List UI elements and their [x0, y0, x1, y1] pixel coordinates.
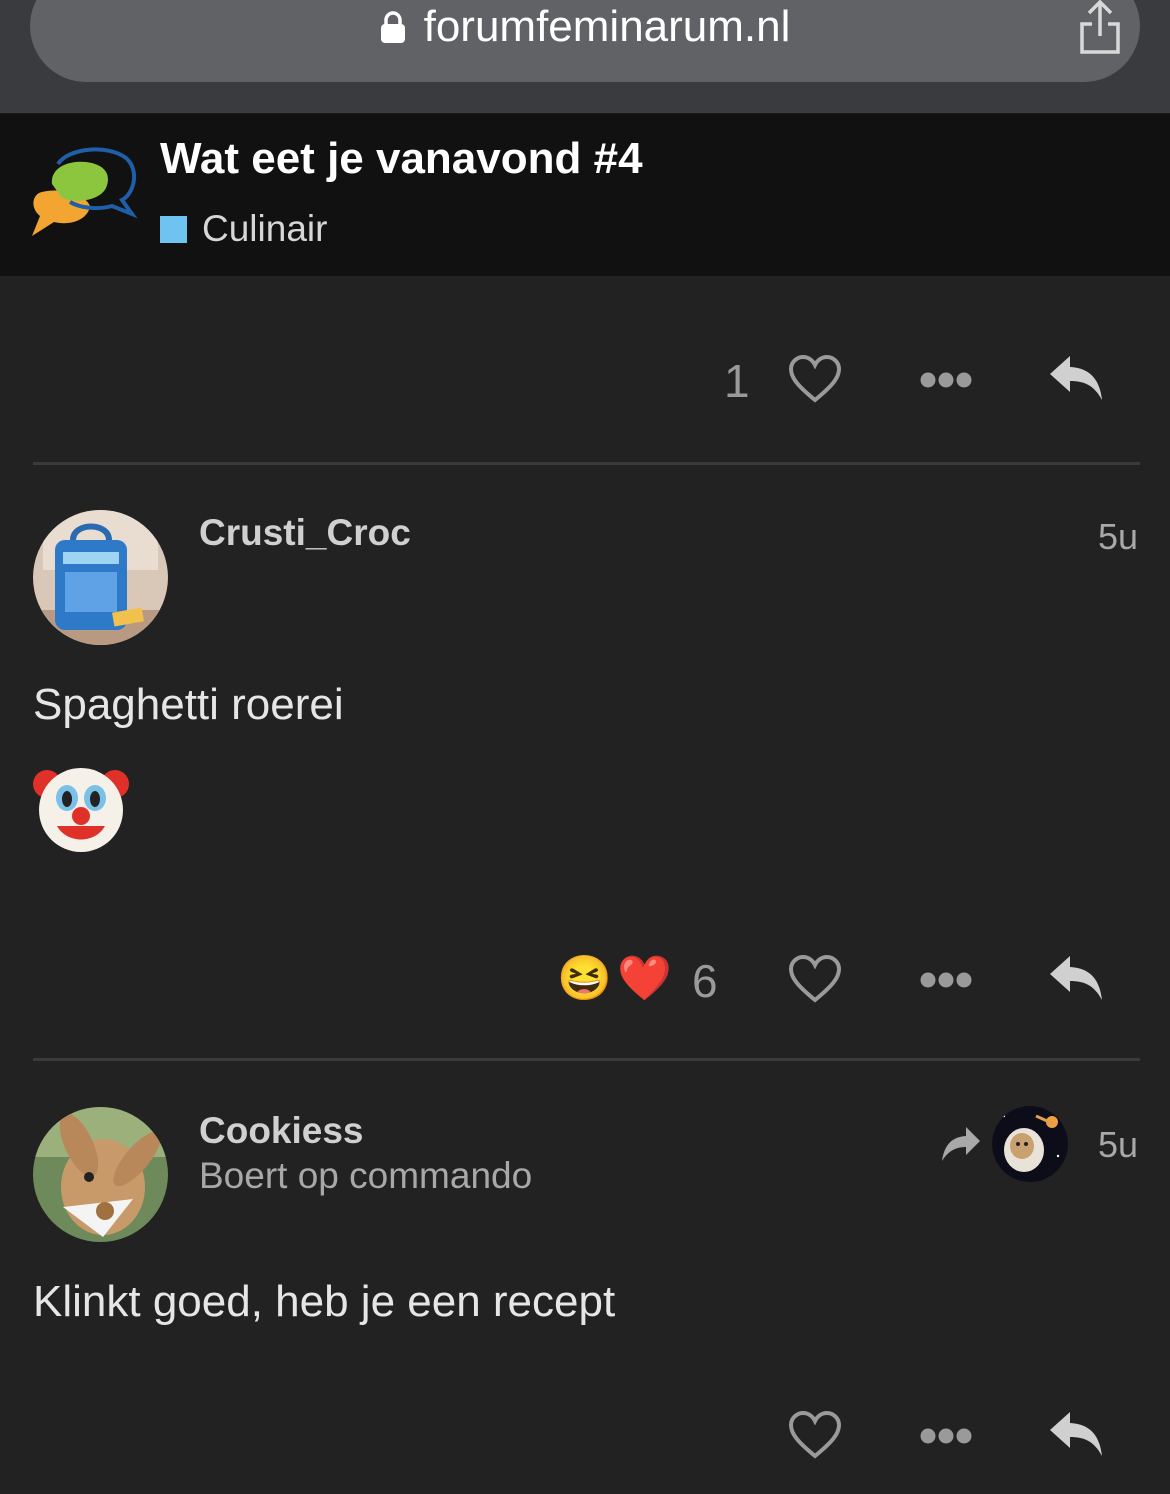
topic-title[interactable]: Wat eet je vanavond #4 [160, 134, 643, 184]
post-text: Klinkt goed, heb je een recept [33, 1277, 616, 1326]
post-divider [33, 462, 1140, 465]
url-bar[interactable]: forumfeminarum.nl [30, 0, 1140, 82]
like-count[interactable]: 1 [724, 354, 750, 408]
heart-icon[interactable] [788, 1410, 842, 1460]
post-time[interactable]: 5u [1098, 1124, 1138, 1166]
reply-arrow-icon [942, 1127, 980, 1161]
url-text: forumfeminarum.nl [423, 2, 791, 51]
reaction-emoji[interactable]: ❤️ [617, 952, 672, 1004]
user-title: Boert op commando [199, 1155, 533, 1196]
post-actions: 1 [0, 352, 1170, 412]
heart-icon[interactable] [788, 954, 842, 1004]
forum-logo[interactable] [28, 144, 140, 239]
reply-to-indicator[interactable] [940, 1106, 1068, 1182]
more-options-icon[interactable] [920, 1426, 972, 1446]
reply-icon[interactable] [1048, 952, 1104, 1002]
reply-to-avatar[interactable] [992, 1106, 1068, 1182]
reaction-emoji[interactable]: 😆 [557, 952, 612, 1004]
post-text: Spaghetti roerei [33, 680, 344, 729]
reply-icon[interactable] [1048, 1408, 1104, 1458]
post-actions [0, 1408, 1170, 1468]
username[interactable]: Crusti_Croc [199, 512, 411, 554]
reply-icon[interactable] [1048, 352, 1104, 402]
more-options-icon[interactable] [920, 970, 972, 990]
post-actions: 😆 ❤️ 6 [0, 952, 1170, 1012]
share-icon[interactable] [1076, 0, 1124, 82]
clown-face-emoji [33, 768, 129, 852]
topic-header: Wat eet je vanavond #4 Culinair [0, 114, 1170, 276]
like-count[interactable]: 6 [692, 954, 718, 1008]
category-badge[interactable]: Culinair [160, 208, 327, 250]
avatar[interactable] [33, 510, 168, 645]
heart-icon[interactable] [788, 354, 842, 404]
category-color-swatch [160, 215, 187, 243]
lock-icon [380, 11, 405, 43]
username[interactable]: Cookiess [199, 1110, 364, 1152]
browser-toolbar: forumfeminarum.nl [0, 0, 1170, 114]
post-divider [33, 1058, 1140, 1061]
category-label: Culinair [202, 208, 328, 249]
more-options-icon[interactable] [920, 370, 972, 390]
avatar[interactable] [33, 1107, 168, 1242]
post-time[interactable]: 5u [1098, 516, 1138, 558]
